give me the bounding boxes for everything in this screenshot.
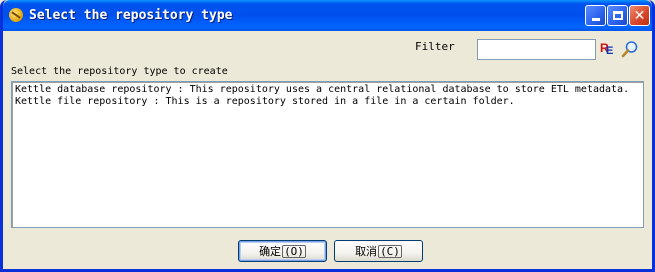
ok-button-label: 确定 (259, 245, 282, 258)
maximize-icon (612, 11, 623, 20)
title-bar[interactable]: Select the repository type ✕ (3, 0, 652, 31)
minimize-button[interactable] (585, 5, 606, 26)
cancel-mnemonic: (C) (378, 244, 402, 258)
dialog-window: Select the repository type ✕ Filter RE S… (0, 0, 655, 272)
window-title: Select the repository type (29, 8, 233, 23)
filter-label: Filter (415, 40, 455, 53)
ok-mnemonic: (O) (282, 244, 306, 258)
repository-type-list[interactable]: Kettle database repository : This reposi… (11, 81, 644, 228)
minimize-icon (591, 18, 600, 21)
list-item[interactable]: Kettle database repository : This reposi… (15, 84, 640, 96)
ok-button[interactable]: 确定 (O) (238, 240, 327, 262)
close-button[interactable]: ✕ (629, 5, 650, 26)
search-icon[interactable] (621, 40, 639, 58)
spoon-icon (9, 8, 23, 22)
filter-input[interactable] (477, 39, 596, 60)
list-label: Select the repository type to create (11, 66, 228, 77)
close-icon: ✕ (633, 7, 646, 24)
list-item[interactable]: Kettle file repository : This is a repos… (15, 96, 640, 108)
cancel-button-label: 取消 (355, 245, 378, 258)
cancel-button[interactable]: 取消 (C) (334, 240, 423, 262)
regex-icon[interactable]: RE (600, 41, 616, 57)
maximize-button[interactable] (607, 5, 628, 26)
